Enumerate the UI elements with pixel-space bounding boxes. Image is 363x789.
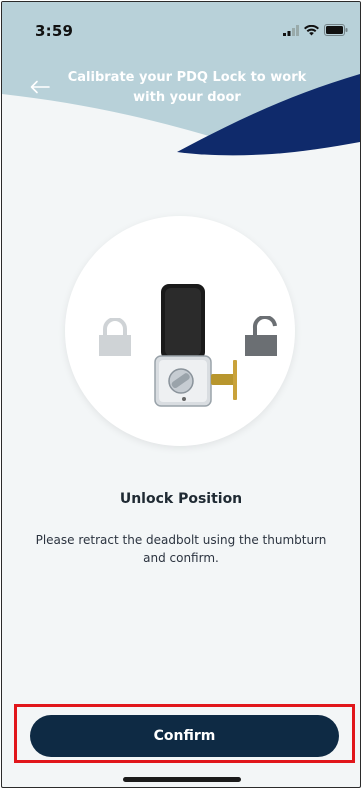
status-time: 3:59: [35, 22, 74, 40]
unlocked-padlock-icon: [245, 316, 277, 356]
instruction-text: Please retract the deadbolt using the th…: [35, 533, 327, 565]
battery-icon: [324, 24, 348, 36]
home-indicator: [123, 777, 241, 782]
confirm-button[interactable]: Confirm: [30, 715, 339, 757]
arrow-left-icon[interactable]: [30, 80, 50, 94]
illustration-circle: [65, 216, 295, 446]
position-heading: Unlock Position: [119, 491, 243, 507]
locked-padlock-icon: [99, 318, 131, 356]
deadbolt-lock-illustration: [154, 284, 237, 407]
header-title: Calibrate your PDQ Lock to work with you…: [67, 70, 307, 105]
status-icons: [283, 24, 348, 36]
status-bar: 3:59: [2, 2, 360, 48]
wifi-icon: [304, 24, 319, 35]
signal-icon: [283, 24, 299, 36]
app-screen: 3:59 Calibrate your PDQ Lock to work wit…: [1, 1, 361, 788]
